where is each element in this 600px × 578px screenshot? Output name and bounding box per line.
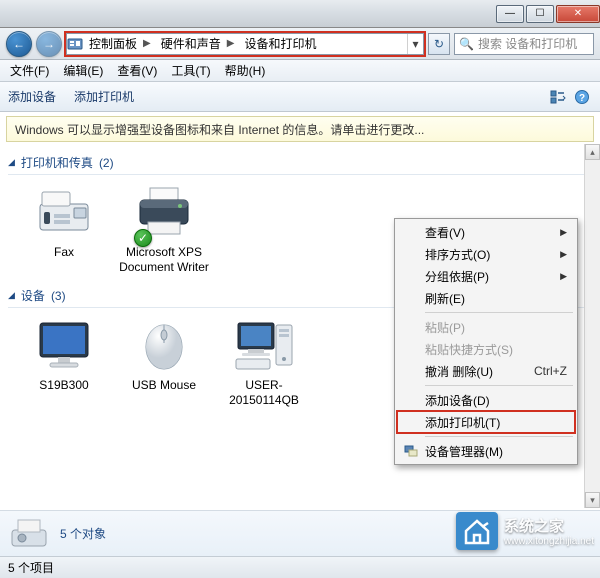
help-icon[interactable]: ? — [572, 87, 592, 107]
submenu-arrow-icon: ▶ — [560, 227, 567, 238]
context-menu: 查看(V)▶ 排序方式(O)▶ 分组依据(P)▶ 刷新(E) 粘贴(P) 粘贴快… — [394, 218, 578, 465]
command-bar: 添加设备 添加打印机 ? — [0, 82, 600, 112]
device-label: S19B300 — [39, 378, 88, 393]
ctx-separator — [425, 436, 573, 437]
menu-bar: 文件(F) 编辑(E) 查看(V) 工具(T) 帮助(H) — [0, 60, 600, 82]
status-bar: 5 个项目 — [0, 556, 600, 578]
ctx-shortcut: Ctrl+Z — [534, 364, 567, 378]
control-panel-icon — [67, 36, 83, 52]
device-label: USER-20150114QB — [218, 378, 310, 408]
ctx-device-manager[interactable]: 设备管理器(M) — [397, 440, 575, 462]
scroll-down-icon[interactable]: ▾ — [585, 492, 600, 508]
monitor-icon — [32, 316, 96, 374]
device-fax[interactable]: Fax — [18, 183, 110, 275]
minimize-button[interactable]: — — [496, 5, 524, 23]
details-title: 5 个对象 — [60, 525, 106, 542]
ctx-group[interactable]: 分组依据(P)▶ — [397, 265, 575, 287]
maximize-button[interactable]: ☐ — [526, 5, 554, 23]
group-count: (3) — [51, 289, 66, 303]
device-label: Fax — [54, 245, 74, 260]
ctx-separator — [425, 385, 573, 386]
collapse-icon: ◢ — [8, 290, 15, 301]
breadcrumb-sep-icon: ▶ — [139, 38, 155, 49]
details-thumb-icon — [8, 516, 50, 552]
group-label: 打印机和传真 — [21, 154, 93, 171]
scroll-up-icon[interactable]: ▴ — [585, 144, 600, 160]
watermark-text: 系统之家 www.xitongzhijia.net — [504, 515, 594, 547]
device-mouse[interactable]: USB Mouse — [118, 316, 210, 408]
window-controls: — ☐ ✕ — [494, 5, 600, 23]
address-dropdown-icon[interactable]: ▾ — [407, 34, 423, 54]
ctx-separator — [425, 312, 573, 313]
menu-help[interactable]: 帮助(H) — [219, 60, 272, 81]
ctx-add-device[interactable]: 添加设备(D) — [397, 389, 575, 411]
watermark-logo-icon — [456, 512, 498, 550]
ctx-view[interactable]: 查看(V)▶ — [397, 221, 575, 243]
info-bar[interactable]: Windows 可以显示增强型设备图标和来自 Internet 的信息。请单击进… — [6, 116, 594, 142]
submenu-arrow-icon: ▶ — [560, 249, 567, 260]
command-bar-right: ? — [548, 87, 592, 107]
ctx-paste-shortcut: 粘贴快捷方式(S) — [397, 338, 575, 360]
watermark: 系统之家 www.xitongzhijia.net — [456, 512, 594, 550]
mouse-icon — [132, 316, 196, 374]
ctx-refresh[interactable]: 刷新(E) — [397, 287, 575, 309]
device-label: USB Mouse — [132, 378, 196, 393]
ctx-add-printer[interactable]: 添加打印机(T) — [397, 411, 575, 433]
device-manager-icon — [403, 443, 419, 459]
menu-view[interactable]: 查看(V) — [111, 60, 163, 81]
refresh-button[interactable]: ↻ — [428, 33, 450, 55]
device-monitor[interactable]: S19B300 — [18, 316, 110, 408]
ctx-undo-delete[interactable]: 撤消 删除(U) Ctrl+Z — [397, 360, 575, 382]
fax-icon — [32, 183, 96, 241]
device-pc[interactable]: USER-20150114QB — [218, 316, 310, 408]
group-label: 设备 — [21, 287, 45, 304]
ctx-paste: 粘贴(P) — [397, 316, 575, 338]
address-bar[interactable]: 控制面板 ▶ 硬件和声音 ▶ 设备和打印机 ▾ — [66, 33, 424, 55]
add-device-button[interactable]: 添加设备 — [8, 88, 56, 105]
group-count: (2) — [99, 156, 114, 170]
menu-file[interactable]: 文件(F) — [4, 60, 55, 81]
breadcrumb-sep-icon: ▶ — [223, 38, 239, 49]
device-xps-writer[interactable]: ✓ Microsoft XPS Document Writer — [118, 183, 210, 275]
menu-edit[interactable]: 编辑(E) — [57, 60, 109, 81]
close-button[interactable]: ✕ — [556, 5, 600, 23]
nav-row: ← → 控制面板 ▶ 硬件和声音 ▶ 设备和打印机 ▾ ↻ 🔍 搜索 设备和打印… — [0, 28, 600, 60]
ctx-sort[interactable]: 排序方式(O)▶ — [397, 243, 575, 265]
forward-button[interactable]: → — [36, 31, 62, 57]
default-check-icon: ✓ — [134, 229, 152, 247]
search-icon: 🔍 — [459, 37, 474, 51]
device-label: Microsoft XPS Document Writer — [118, 245, 210, 275]
titlebar: — ☐ ✕ — [0, 0, 600, 28]
collapse-icon: ◢ — [8, 157, 15, 168]
status-text: 5 个项目 — [8, 559, 54, 576]
computer-icon — [232, 316, 296, 374]
group-header-printers[interactable]: ◢ 打印机和传真 (2) — [8, 154, 594, 175]
view-options-icon[interactable] — [548, 87, 568, 107]
menu-tools[interactable]: 工具(T) — [165, 60, 216, 81]
back-button[interactable]: ← — [6, 31, 32, 57]
breadcrumb-hardware-sound[interactable]: 硬件和声音 — [155, 34, 223, 54]
search-input[interactable]: 🔍 搜索 设备和打印机 — [454, 33, 594, 55]
add-printer-button[interactable]: 添加打印机 — [74, 88, 134, 105]
vertical-scrollbar[interactable]: ▴ ▾ — [584, 144, 600, 508]
search-placeholder: 搜索 设备和打印机 — [478, 35, 577, 52]
breadcrumb-devices-printers[interactable]: 设备和打印机 — [238, 34, 318, 54]
submenu-arrow-icon: ▶ — [560, 271, 567, 282]
breadcrumb-control-panel[interactable]: 控制面板 — [83, 34, 139, 54]
svg-text:?: ? — [579, 93, 585, 104]
